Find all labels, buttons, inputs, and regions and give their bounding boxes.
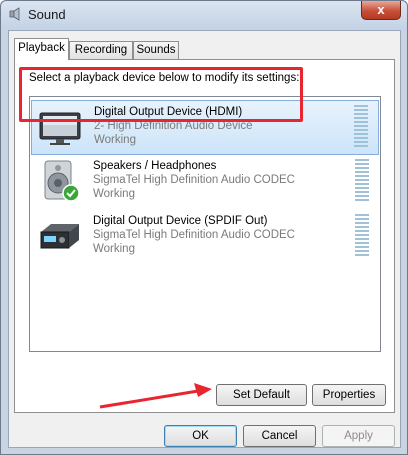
- device-name: Digital Output Device (HDMI): [94, 106, 243, 118]
- title-bar[interactable]: Sound x: [1, 1, 407, 29]
- monitor-icon: [39, 112, 81, 145]
- set-default-button[interactable]: Set Default: [216, 384, 307, 406]
- close-button[interactable]: x: [361, 1, 401, 20]
- device-item-spdif[interactable]: Digital Output Device (SPDIF Out) SigmaT…: [31, 210, 379, 265]
- device-description: 2- High Definition Audio Device: [94, 120, 253, 132]
- default-check-icon: [62, 184, 80, 202]
- device-item-hdmi[interactable]: Digital Output Device (HDMI) 2- High Def…: [31, 100, 379, 155]
- device-status: Working: [93, 243, 135, 255]
- device-name: Speakers / Headphones: [93, 160, 217, 172]
- device-description: SigmaTel High Definition Audio CODEC: [93, 174, 295, 186]
- device-name: Digital Output Device (SPDIF Out): [93, 215, 268, 227]
- speaker-icon: [44, 160, 80, 202]
- digital-receiver-icon: [40, 224, 79, 249]
- device-status: Working: [93, 188, 135, 200]
- dialog-body: Playback Recording Sounds Select a playb…: [8, 30, 401, 448]
- tab-recording[interactable]: Recording: [69, 41, 133, 59]
- speaker-icon: [9, 7, 20, 21]
- sound-dialog: Sound x Playback Recording Sounds Select…: [0, 0, 408, 455]
- device-status: Working: [94, 134, 136, 146]
- properties-button[interactable]: Properties: [312, 384, 386, 406]
- volume-meter: [354, 105, 368, 149]
- volume-meter: [355, 159, 369, 203]
- cancel-button[interactable]: Cancel: [243, 425, 316, 447]
- playback-panel: Select a playback device below to modify…: [14, 59, 395, 413]
- device-description: SigmaTel High Definition Audio CODEC: [93, 229, 295, 241]
- close-icon: x: [377, 2, 385, 17]
- apply-button[interactable]: Apply: [322, 425, 395, 447]
- window-title: Sound: [28, 7, 66, 22]
- tab-sounds[interactable]: Sounds: [133, 41, 179, 59]
- ok-button[interactable]: OK: [164, 425, 237, 447]
- tab-playback[interactable]: Playback: [14, 38, 69, 60]
- device-list[interactable]: Digital Output Device (HDMI) 2- High Def…: [29, 96, 381, 352]
- volume-meter: [355, 214, 369, 258]
- device-item-speakers[interactable]: Speakers / Headphones SigmaTel High Defi…: [31, 155, 379, 210]
- instruction-text: Select a playback device below to modify…: [29, 72, 300, 84]
